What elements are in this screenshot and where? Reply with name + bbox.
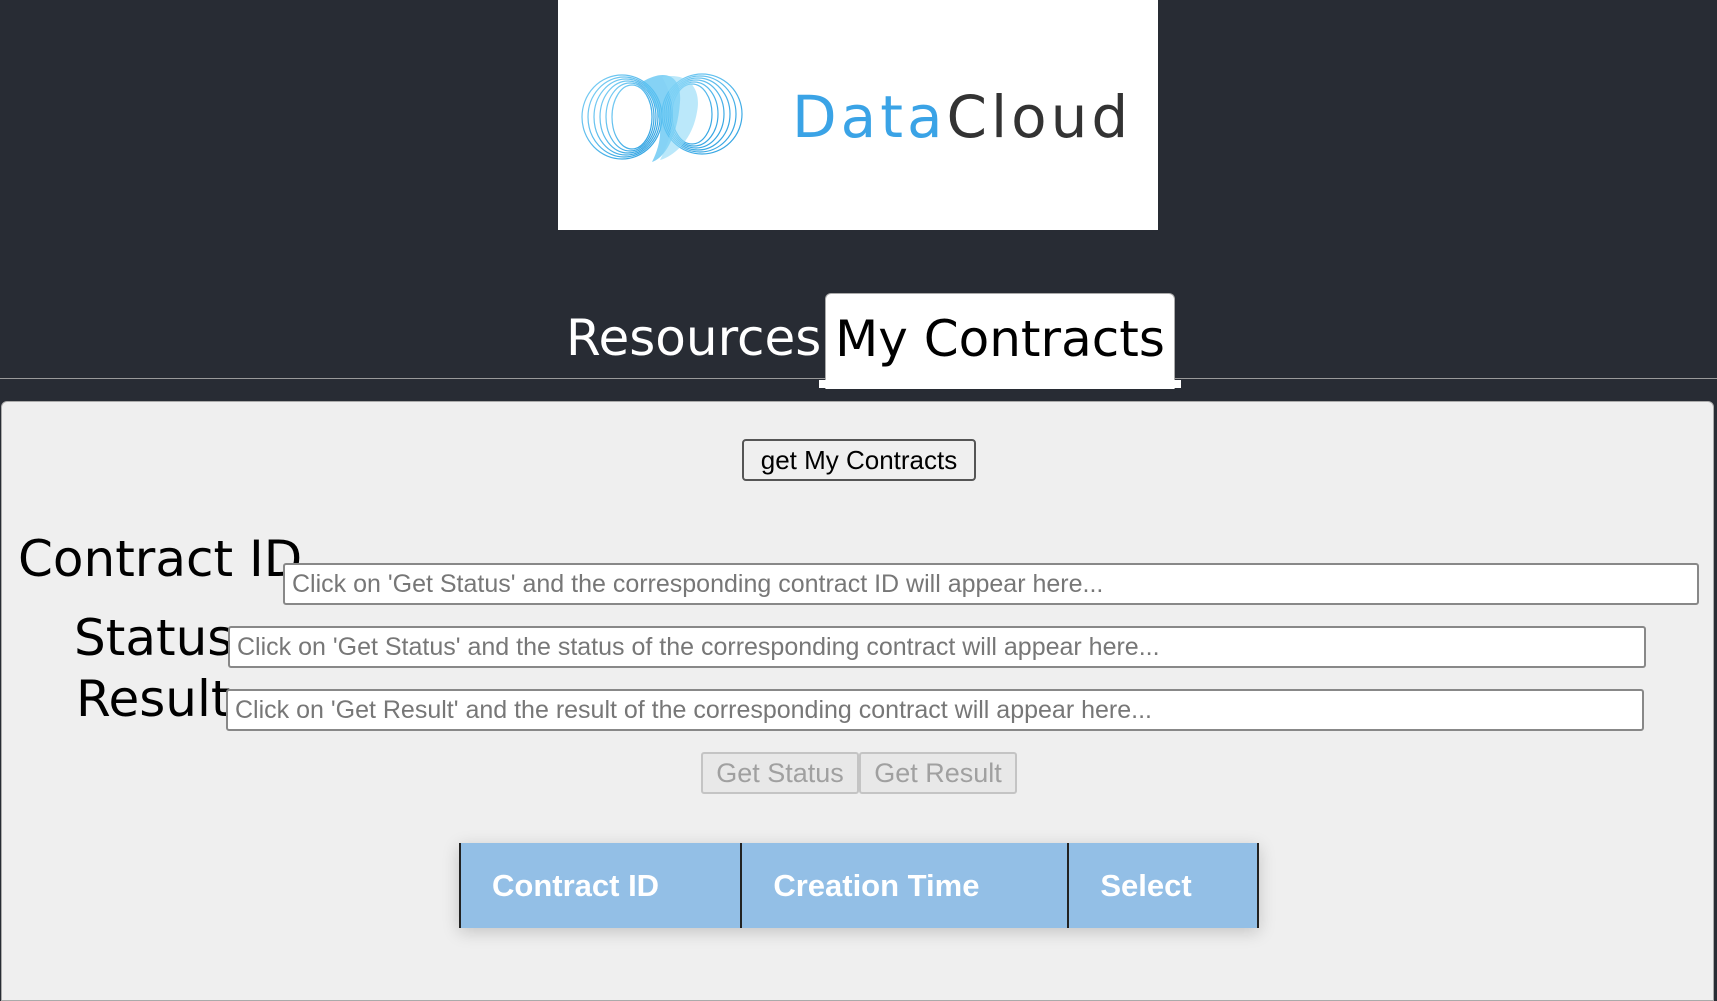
column-header-creation-time: Creation Time (740, 843, 1070, 928)
column-header-select: Select (1067, 843, 1259, 928)
get-status-button[interactable]: Get Status (701, 752, 859, 794)
datacloud-logo-icon (581, 73, 743, 162)
contract-id-field[interactable] (283, 563, 1699, 605)
app-header: DataCloud Resources My Contracts (0, 0, 1717, 389)
contracts-table-grid: Contract ID Creation Time Select (458, 843, 1259, 928)
contracts-table: Contract ID Creation Time Select (458, 843, 1259, 928)
brand-name: DataCloud (792, 82, 1132, 152)
get-result-button[interactable]: Get Result (859, 752, 1017, 794)
status-label: Status (74, 609, 234, 667)
brand-logo: DataCloud (558, 0, 1158, 230)
active-tab-indicator (819, 380, 1181, 388)
brand-name-part1: Data (792, 83, 947, 151)
column-header-contract-id: Contract ID (458, 843, 743, 928)
table-header-row: Contract ID Creation Time Select (458, 843, 1259, 928)
contract-id-label: Contract ID (18, 530, 303, 588)
result-field[interactable] (226, 689, 1644, 731)
tab-my-contracts[interactable]: My Contracts (825, 293, 1175, 389)
tab-resources[interactable]: Resources (566, 308, 821, 368)
brand-name-part2: Cloud (946, 83, 1133, 151)
result-label: Result (76, 670, 231, 728)
my-contracts-panel: get My Contracts Contract ID Status Resu… (1, 401, 1714, 1001)
get-my-contracts-button[interactable]: get My Contracts (742, 439, 976, 481)
status-field[interactable] (228, 626, 1646, 668)
